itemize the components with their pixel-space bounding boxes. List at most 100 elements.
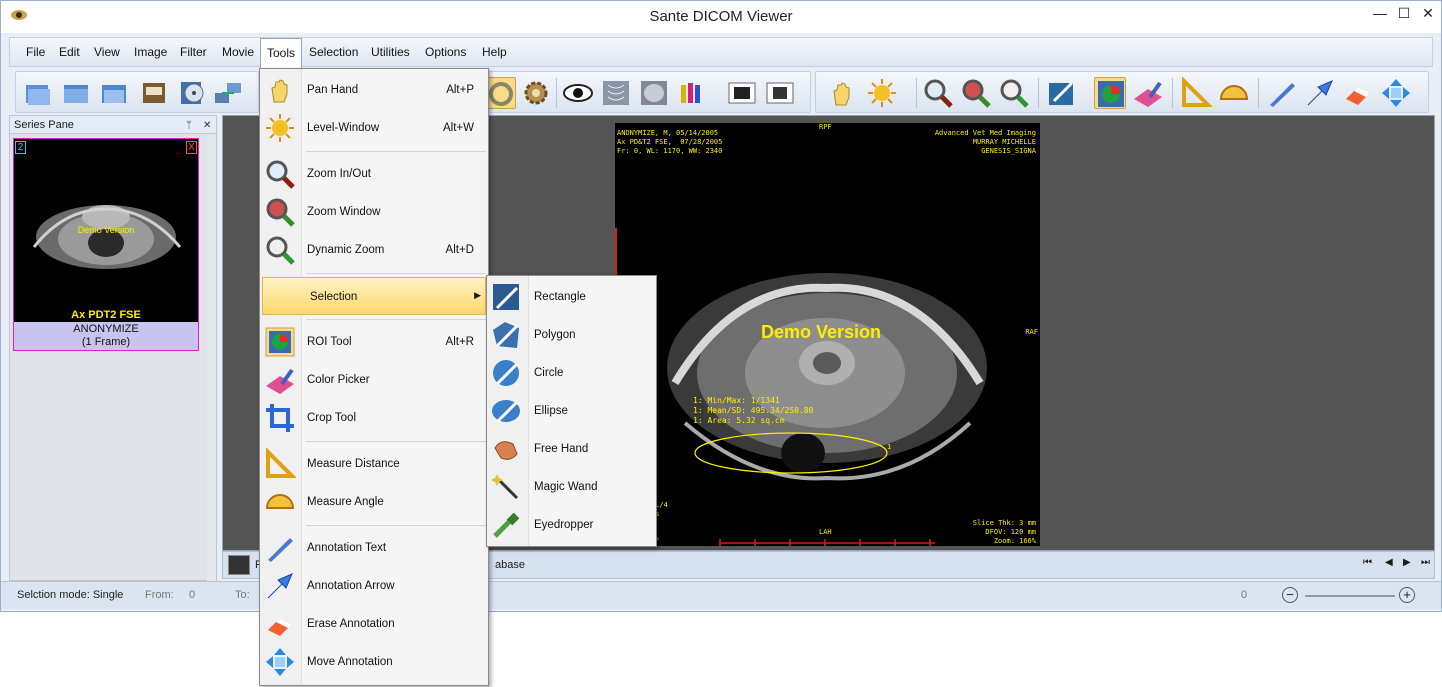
- zoom-icon[interactable]: [922, 77, 954, 109]
- menu-tools[interactable]: Tools: [260, 38, 303, 68]
- close-button[interactable]: ✕: [1415, 1, 1441, 25]
- zoom-window-icon[interactable]: [960, 77, 992, 109]
- dynamic-zoom-icon[interactable]: [998, 77, 1030, 109]
- move-annotation-icon[interactable]: [1380, 77, 1412, 109]
- magic-wand-icon: [491, 472, 521, 502]
- menu-item-move-annotation[interactable]: Move Annotation: [260, 643, 488, 681]
- zoom-in-icon[interactable]: +: [1399, 587, 1415, 603]
- database-tab-label[interactable]: abase: [495, 559, 525, 571]
- thumbnail-tab-icon[interactable]: [228, 555, 250, 575]
- minimize-button[interactable]: —: [1367, 1, 1393, 25]
- submenu-arrow-icon: ▶: [474, 290, 481, 300]
- annotation-text-icon: [264, 532, 296, 564]
- status-bar: Selction mode: Single From: 0 To: 0 − +: [1, 581, 1441, 609]
- menu-item-annotation-text[interactable]: Annotation Text: [260, 529, 488, 567]
- toolbar-view: [481, 71, 811, 113]
- submenu-item-circle[interactable]: Circle: [487, 354, 656, 392]
- color-lut-icon[interactable]: [676, 77, 708, 109]
- menu-item-color-picker[interactable]: Color Picker: [260, 361, 488, 399]
- dicom-image[interactable]: ANONYMIZE, M, 05/14/2005 Ax PD&T2 FSE, 0…: [615, 123, 1040, 546]
- roi-tool-icon[interactable]: [1094, 77, 1126, 109]
- eye-icon[interactable]: [562, 77, 594, 109]
- tools-menu: Pan Hand Alt+P Level-Window Alt+W Zoom In/…: [259, 68, 489, 686]
- series-thumbnail[interactable]: 2 X Demo Version Ax PDT2 FSE ANONYMIZE (…: [13, 138, 199, 351]
- thumb-watermark: Demo Version: [77, 225, 135, 235]
- menu-item-zoom-in-out[interactable]: Zoom In/Out: [260, 155, 488, 193]
- cd-icon[interactable]: [176, 77, 208, 109]
- zoom-window-icon: [264, 196, 296, 228]
- overlay-bottom-center: LAH: [819, 528, 832, 536]
- chest-xray-icon[interactable]: [600, 77, 632, 109]
- scanner-icon[interactable]: [138, 77, 170, 109]
- from-label: From:: [145, 589, 174, 601]
- color-picker-icon[interactable]: [1132, 77, 1164, 109]
- roi-label: 1: [887, 443, 892, 451]
- ct-scan-icon[interactable]: [638, 77, 670, 109]
- open-dicomdir-icon[interactable]: [60, 77, 92, 109]
- menu-file[interactable]: File: [20, 38, 51, 66]
- menu-options[interactable]: Options: [419, 38, 472, 66]
- color-picker-icon: [264, 364, 296, 396]
- menu-selection[interactable]: Selection: [303, 38, 364, 66]
- first-page-icon[interactable]: ⏮: [1363, 557, 1372, 568]
- network-icon[interactable]: [212, 77, 244, 109]
- overlay-top-center: RPF: [819, 123, 832, 131]
- series-scrollbar[interactable]: [207, 135, 216, 581]
- rectangle-select-icon: [491, 282, 521, 312]
- submenu-item-polygon[interactable]: Polygon: [487, 316, 656, 354]
- from-value: 0: [189, 589, 196, 601]
- menu-view[interactable]: View: [88, 38, 126, 66]
- to-label: To:: [235, 589, 250, 601]
- selection-mode-status: Selction mode: Single: [17, 589, 124, 601]
- measure-angle-icon[interactable]: [1218, 77, 1250, 109]
- zoom-out-icon[interactable]: −: [1282, 587, 1298, 603]
- eyedropper-icon: [491, 510, 521, 540]
- thumb-close-icon[interactable]: X: [186, 141, 197, 154]
- eraser-icon[interactable]: [1342, 77, 1374, 109]
- level-window-icon[interactable]: [866, 77, 898, 109]
- submenu-item-magic-wand[interactable]: Magic Wand: [487, 468, 656, 506]
- menu-item-selection[interactable]: Selection ▶: [262, 277, 486, 315]
- next-page-icon[interactable]: ▶: [1403, 557, 1411, 568]
- selection-pen-icon[interactable]: [1046, 77, 1078, 109]
- submenu-item-rectangle[interactable]: Rectangle: [487, 278, 656, 316]
- open-series-icon[interactable]: [98, 77, 130, 109]
- pan-hand-icon[interactable]: [826, 77, 858, 109]
- menu-item-measure-distance[interactable]: Measure Distance: [260, 445, 488, 483]
- measure-angle-icon: [264, 486, 296, 518]
- menu-item-annotation-arrow[interactable]: Annotation Arrow: [260, 567, 488, 605]
- menu-item-measure-angle[interactable]: Measure Angle: [260, 483, 488, 521]
- menu-item-erase-annotation[interactable]: Erase Annotation: [260, 605, 488, 643]
- image-frame-icon[interactable]: [726, 77, 758, 109]
- zoom-slider[interactable]: [1305, 595, 1395, 597]
- last-page-icon[interactable]: ⏭: [1421, 557, 1430, 568]
- submenu-item-free-hand[interactable]: Free Hand: [487, 430, 656, 468]
- menu-item-zoom-window[interactable]: Zoom Window: [260, 193, 488, 231]
- measure-distance-icon[interactable]: [1180, 76, 1213, 109]
- menu-filter[interactable]: Filter: [174, 38, 213, 66]
- pane-close-icon[interactable]: ✕: [203, 117, 211, 135]
- pin-icon[interactable]: ᛘ: [186, 117, 192, 135]
- submenu-item-ellipse[interactable]: Ellipse: [487, 392, 656, 430]
- menu-image[interactable]: Image: [128, 38, 173, 66]
- menu-movie[interactable]: Movie: [216, 38, 260, 66]
- toolbar-file: [15, 71, 259, 113]
- menu-utilities[interactable]: Utilities: [365, 38, 416, 66]
- prev-page-icon[interactable]: ◀: [1385, 557, 1393, 568]
- menu-item-roi-tool[interactable]: ROI Tool Alt+R: [260, 323, 488, 361]
- submenu-item-eyedropper[interactable]: Eyedropper: [487, 506, 656, 544]
- annotation-arrow-icon[interactable]: [1304, 77, 1336, 109]
- export-image-icon[interactable]: [764, 77, 796, 109]
- menu-edit[interactable]: Edit: [53, 38, 86, 66]
- menu-item-dynamic-zoom[interactable]: Dynamic Zoom Alt+D: [260, 231, 488, 269]
- annotation-text-icon[interactable]: [1266, 77, 1298, 109]
- menu-item-pan-hand[interactable]: Pan Hand Alt+P: [260, 71, 488, 109]
- roi-tool-icon: [264, 326, 296, 358]
- maximize-button[interactable]: ☐: [1393, 1, 1415, 25]
- menu-help[interactable]: Help: [476, 38, 513, 66]
- menu-item-crop-tool[interactable]: Crop Tool: [260, 399, 488, 437]
- menu-item-level-window[interactable]: Level-Window Alt+W: [260, 109, 488, 147]
- settings-gear-icon[interactable]: [520, 77, 552, 109]
- open-folder-icon[interactable]: [22, 77, 54, 109]
- polygon-select-icon: [491, 320, 521, 350]
